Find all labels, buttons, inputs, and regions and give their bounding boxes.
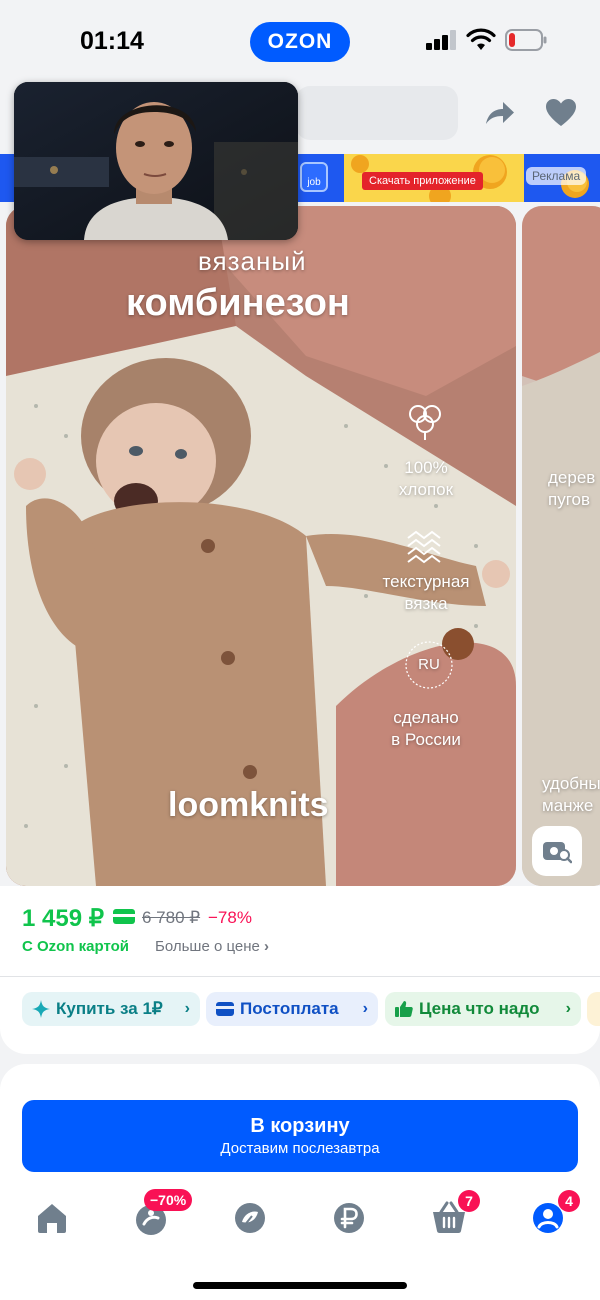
home-icon[interactable] xyxy=(34,1200,70,1236)
feature-cotton-line2: хлопок xyxy=(398,480,454,499)
cotton-icon xyxy=(409,405,441,440)
video-person-image xyxy=(14,82,298,240)
next-feature-line4: манже xyxy=(542,796,594,815)
finance-icon[interactable] xyxy=(331,1200,367,1236)
battery-icon xyxy=(505,29,547,51)
price-with-card: 1 459 ₽ xyxy=(22,905,104,932)
heart-icon[interactable] xyxy=(544,96,578,130)
wallet-icon xyxy=(216,1002,234,1016)
cellular-signal-icon xyxy=(426,30,458,50)
knit-texture-icon xyxy=(407,530,441,564)
chevron-right-icon: › xyxy=(362,1000,368,1017)
thumbs-up-icon xyxy=(395,1001,413,1017)
image-title-line1: вязаный xyxy=(198,246,307,276)
old-price: 6 780 ₽ xyxy=(142,908,201,927)
image-title-line2: комбинезон xyxy=(126,282,350,324)
camera-search-icon xyxy=(543,842,572,864)
add-to-cart-label: В корзину xyxy=(250,1115,350,1137)
feature-russia-line1: сделано xyxy=(393,708,459,727)
next-feature-line3: удобны xyxy=(542,774,600,793)
feature-knit-line1: текстурная xyxy=(382,572,470,591)
ozon-card-icon xyxy=(113,909,135,924)
ozon-app-badge[interactable]: OZON xyxy=(250,22,350,62)
home-indicator[interactable] xyxy=(193,1282,407,1289)
search-field[interactable] xyxy=(296,86,458,140)
more-about-price-link[interactable]: Больше о цене › xyxy=(155,938,269,955)
chevron-right-icon: › xyxy=(264,938,270,955)
chip-label: Постоплата xyxy=(240,999,339,1018)
next-feature-line1: дерев xyxy=(548,468,596,487)
sale-badge: −70% xyxy=(144,1189,193,1211)
feature-cotton-line1: 100% xyxy=(404,458,448,477)
chip-label: Купить за 1₽ xyxy=(56,999,163,1018)
ozon-card-label[interactable]: С Ozon картой xyxy=(22,938,129,955)
wifi-icon xyxy=(466,28,496,50)
chip-label: Цена что надо xyxy=(419,999,540,1018)
postpay-chip[interactable]: Постоплата › xyxy=(206,992,378,1026)
ad-label: Реклама xyxy=(526,167,587,185)
discount-percent: −78% xyxy=(208,908,252,927)
product-image[interactable]: вязаный комбинезон 100% хлопок текстурна… xyxy=(6,206,516,886)
more-about-price-label: Больше о цене xyxy=(155,938,260,955)
add-to-cart-button[interactable]: В корзину Доставим послезавтра xyxy=(22,1100,578,1172)
fair-price-chip[interactable]: Цена что надо › xyxy=(385,992,581,1026)
visual-search-button[interactable] xyxy=(532,826,582,876)
sparkle-icon xyxy=(32,1000,50,1018)
status-bar: 01:14 OZON xyxy=(0,0,600,80)
clock: 01:14 xyxy=(80,27,144,55)
delivery-date-label: Доставим послезавтра xyxy=(220,1140,380,1157)
profile-notification-badge: 4 xyxy=(558,1190,580,1212)
offer-chip-more[interactable] xyxy=(587,992,600,1026)
chevron-right-icon: › xyxy=(184,1000,190,1017)
fresh-icon[interactable] xyxy=(232,1200,268,1236)
brand-logo: loomknits xyxy=(168,786,329,824)
chevron-right-icon: › xyxy=(565,1000,571,1017)
cart-count-badge: 7 xyxy=(458,1190,480,1212)
share-icon[interactable] xyxy=(482,96,516,130)
feature-russia-line2: в России xyxy=(391,730,461,749)
job-app-icon: job xyxy=(300,162,328,192)
divider xyxy=(0,976,600,977)
video-call-overlay[interactable] xyxy=(14,82,298,240)
feature-knit-line2: вязка xyxy=(404,594,448,613)
product-image-next[interactable]: дерев пугов удобны манже xyxy=(522,206,600,886)
buy-for-1-ruble-chip[interactable]: Купить за 1₽ › xyxy=(22,992,200,1026)
next-feature-line2: пугов xyxy=(548,490,591,509)
ru-badge-label: RU xyxy=(418,656,440,673)
download-app-button[interactable]: Скачать приложение xyxy=(362,172,483,190)
